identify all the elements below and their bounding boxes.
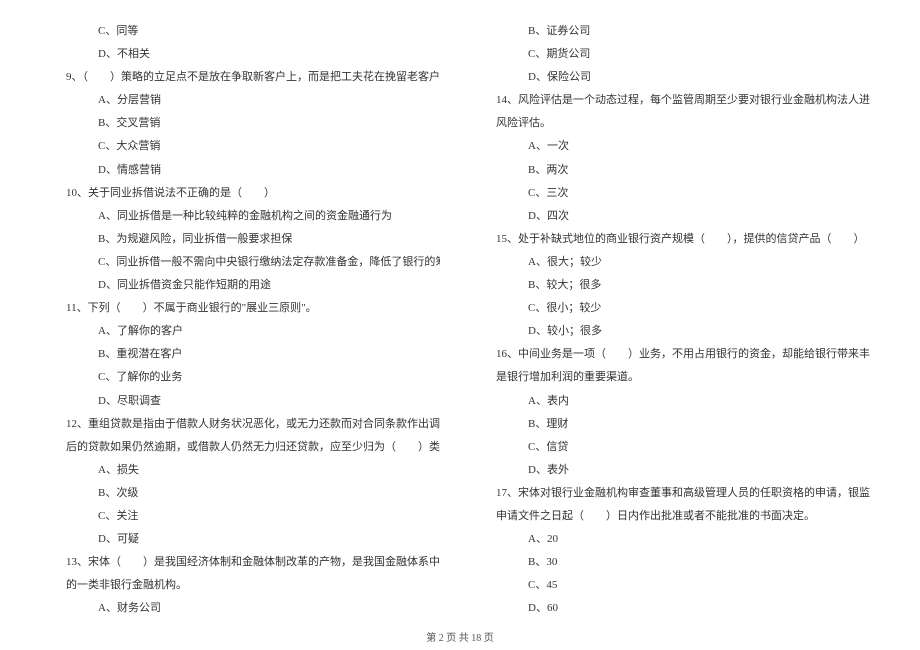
q13-option-c: C、期货公司 <box>480 43 870 66</box>
q14-stem-1: 14、风险评估是一个动态过程，每个监管周期至少要对银行业金融机构法人进行（ ）整… <box>480 89 870 112</box>
q12-stem-1: 12、重组贷款是指由于借款人财务状况恶化，或无力还款而对合同条款作出调整的贷款，… <box>50 413 440 436</box>
q10-stem: 10、关于同业拆借说法不正确的是（ ） <box>50 182 440 205</box>
q12-stem-2: 后的贷款如果仍然逾期，或借款人仍然无力归还贷款，应至少归为（ ）类贷款。 <box>50 436 440 459</box>
q14-stem-2: 风险评估。 <box>480 112 870 135</box>
q17-stem-1: 17、宋体对银行业金融机构审查董事和高级管理人员的任职资格的申请，银监会应当在自… <box>480 482 870 505</box>
q17-option-c: C、45 <box>480 574 870 597</box>
left-column: C、同等 D、不相关 9、（ ）策略的立足点不是放在争取新客户上，而是把工夫花在… <box>50 20 440 620</box>
q12-option-d: D、可疑 <box>50 528 440 551</box>
q16-stem-1: 16、中间业务是一项（ ）业务，不用占用银行的资金，却能给银行带来丰厚的手续费收… <box>480 343 870 366</box>
q8-option-c: C、同等 <box>50 20 440 43</box>
q10-option-c: C、同业拆借一般不需向中央银行缴纳法定存款准备金，降低了银行的筹资成本 <box>50 251 440 274</box>
q13-stem-2: 的一类非银行金融机构。 <box>50 574 440 597</box>
q9-option-b: B、交叉营销 <box>50 112 440 135</box>
q11-option-b: B、重视潜在客户 <box>50 343 440 366</box>
q16-option-b: B、理财 <box>480 413 870 436</box>
q16-option-d: D、表外 <box>480 459 870 482</box>
q12-option-a: A、损失 <box>50 459 440 482</box>
q12-option-c: C、关注 <box>50 505 440 528</box>
q14-option-c: C、三次 <box>480 182 870 205</box>
q14-option-d: D、四次 <box>480 205 870 228</box>
q13-option-d: D、保险公司 <box>480 66 870 89</box>
right-column: B、证券公司 C、期货公司 D、保险公司 14、风险评估是一个动态过程，每个监管… <box>480 20 870 620</box>
q15-option-c: C、很小；较少 <box>480 297 870 320</box>
page-footer: 第 2 页 共 18 页 <box>0 629 920 644</box>
q10-option-a: A、同业拆借是一种比较纯粹的金融机构之间的资金融通行为 <box>50 205 440 228</box>
q17-option-b: B、30 <box>480 551 870 574</box>
q9-stem: 9、（ ）策略的立足点不是放在争取新客户上，而是把工夫花在挽留老客户上。 <box>50 66 440 89</box>
q13-stem-1: 13、宋体（ ）是我国经济体制和金融体制改革的产物，是我国金融体系中具有中国特色 <box>50 551 440 574</box>
q13-option-a: A、财务公司 <box>50 597 440 620</box>
q8-option-d: D、不相关 <box>50 43 440 66</box>
q11-option-d: D、尽职调查 <box>50 390 440 413</box>
q10-option-d: D、同业拆借资金只能作短期的用途 <box>50 274 440 297</box>
page-content: C、同等 D、不相关 9、（ ）策略的立足点不是放在争取新客户上，而是把工夫花在… <box>0 0 920 620</box>
q15-option-b: B、较大；很多 <box>480 274 870 297</box>
q16-option-c: C、信贷 <box>480 436 870 459</box>
q15-stem: 15、处于补缺式地位的商业银行资产规模（ ），提供的信贷产品（ ） <box>480 228 870 251</box>
q13-option-b: B、证券公司 <box>480 20 870 43</box>
q16-option-a: A、表内 <box>480 390 870 413</box>
q17-option-a: A、20 <box>480 528 870 551</box>
q14-option-a: A、一次 <box>480 135 870 158</box>
q10-option-b: B、为规避风险，同业拆借一般要求担保 <box>50 228 440 251</box>
q14-option-b: B、两次 <box>480 159 870 182</box>
q15-option-a: A、很大；较少 <box>480 251 870 274</box>
q9-option-a: A、分层营销 <box>50 89 440 112</box>
q17-stem-2: 申请文件之日起（ ）日内作出批准或者不能批准的书面决定。 <box>480 505 870 528</box>
q17-option-d: D、60 <box>480 597 870 620</box>
q9-option-d: D、情感营销 <box>50 159 440 182</box>
q12-option-b: B、次级 <box>50 482 440 505</box>
q15-option-d: D、较小；很多 <box>480 320 870 343</box>
q11-option-a: A、了解你的客户 <box>50 320 440 343</box>
q16-stem-2: 是银行增加利润的重要渠道。 <box>480 366 870 389</box>
q11-option-c: C、了解你的业务 <box>50 366 440 389</box>
q11-stem: 11、下列（ ）不属于商业银行的"展业三原则"。 <box>50 297 440 320</box>
q9-option-c: C、大众营销 <box>50 135 440 158</box>
